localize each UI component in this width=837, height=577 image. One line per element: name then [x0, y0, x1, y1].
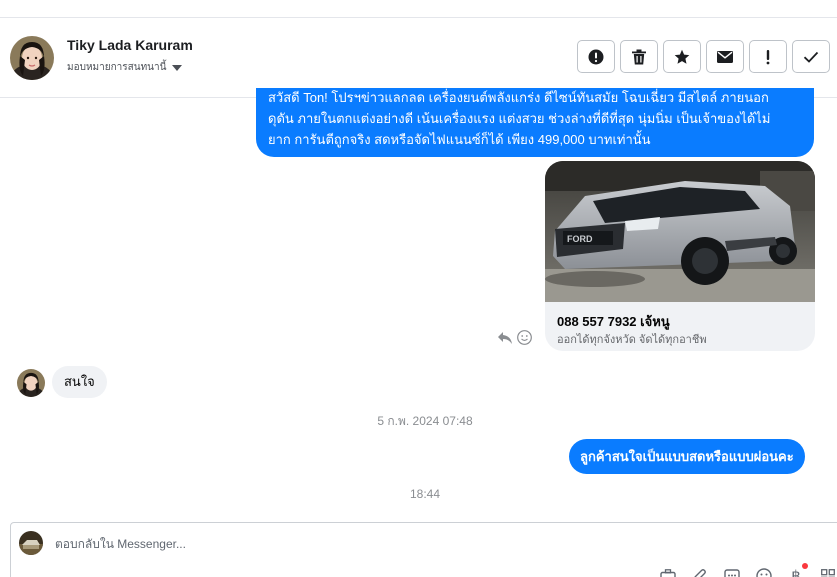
card-subtitle: ออกได้ทุกจังหวัด จัดได้ทุกอาชีพ — [557, 334, 707, 346]
star-button[interactable] — [663, 40, 701, 73]
trash-icon — [632, 49, 646, 64]
reply-composer: ฿ — [10, 522, 837, 577]
message-line: สวัสดี Ton! โปรฯข่าวแลกลด เครื่องยนต์พลั… — [268, 90, 769, 105]
sender-avatar[interactable] — [17, 369, 45, 397]
notification-dot — [802, 563, 808, 569]
follow-up-button[interactable] — [749, 40, 787, 73]
apps-grid-icon — [821, 569, 835, 577]
incoming-message-bubble[interactable]: สนใจ — [52, 366, 107, 398]
conversation-header: Tiky Lada Karuram มอบหมายการสนทนานี้ — [0, 18, 837, 98]
card-title: 088 557 7932 เจ้หนู — [557, 314, 670, 329]
timestamp: 5 ก.พ. 2024 07:48 — [377, 414, 473, 428]
reply-input[interactable] — [55, 529, 655, 559]
link-preview-card[interactable]: FORD 088 557 7932 เจ้หนู ออกได้ทุกจังหวั… — [545, 161, 815, 351]
contact-avatar[interactable] — [10, 36, 54, 80]
svg-text:FORD: FORD — [567, 234, 593, 244]
more-button[interactable] — [819, 567, 837, 577]
quick-reply-button[interactable] — [723, 567, 741, 577]
spam-button[interactable] — [577, 40, 615, 73]
timestamp: 18:44 — [409, 487, 441, 501]
envelope-icon — [717, 50, 733, 63]
chevron-down-icon — [172, 64, 183, 71]
assign-label: มอบหมายการสนทนานี้ — [67, 62, 167, 73]
composer-toolbar: ฿ — [659, 563, 837, 577]
reply-icon[interactable] — [497, 331, 513, 345]
smiley-icon[interactable] — [517, 330, 532, 345]
mark-unread-button[interactable] — [706, 40, 744, 73]
message-line: ดุดัน ภายในตกแต่งอย่างดี เน้นเครื่องแรง … — [268, 111, 771, 126]
done-button[interactable] — [792, 40, 830, 73]
payment-button[interactable]: ฿ — [787, 563, 808, 577]
exclamation-circle-icon — [588, 49, 604, 64]
delete-button[interactable] — [620, 40, 658, 73]
paperclip-icon — [694, 569, 706, 577]
page-avatar — [19, 531, 43, 555]
contact-name[interactable]: Tiky Lada Karuram — [67, 37, 193, 53]
pickup-truck-image: FORD — [545, 161, 815, 302]
assign-conversation-dropdown[interactable]: มอบหมายการสนทนานี้ — [67, 60, 183, 75]
exclamation-icon — [766, 49, 770, 64]
header-actions — [577, 40, 830, 73]
attach-button[interactable] — [691, 567, 709, 577]
checkmark-icon — [803, 51, 819, 63]
briefcase-icon — [660, 569, 676, 577]
outgoing-message-bubble[interactable]: ลูกค้าสนใจเป็นแบบสดหรือแบบผ่อนคะ — [569, 439, 805, 474]
message-hover-actions — [497, 330, 532, 345]
chat-dots-icon — [724, 569, 740, 577]
star-icon — [674, 49, 690, 64]
message-line: ยาก การันตีถูกจริง สดหรือจัดไฟแนนซ์ก็ได้… — [268, 132, 651, 147]
outgoing-message-text: สวัสดี Ton! โปรฯข่าวแลกลด เครื่องยนต์พลั… — [268, 87, 770, 150]
saved-reply-button[interactable] — [659, 567, 677, 577]
outgoing-message-bubble[interactable]: สวัสดี Ton! โปรฯข่าวแลกลด เครื่องยนต์พลั… — [256, 88, 814, 157]
smiley-icon — [756, 568, 772, 577]
emoji-button[interactable] — [755, 567, 773, 577]
baht-icon: ฿ — [791, 567, 801, 577]
